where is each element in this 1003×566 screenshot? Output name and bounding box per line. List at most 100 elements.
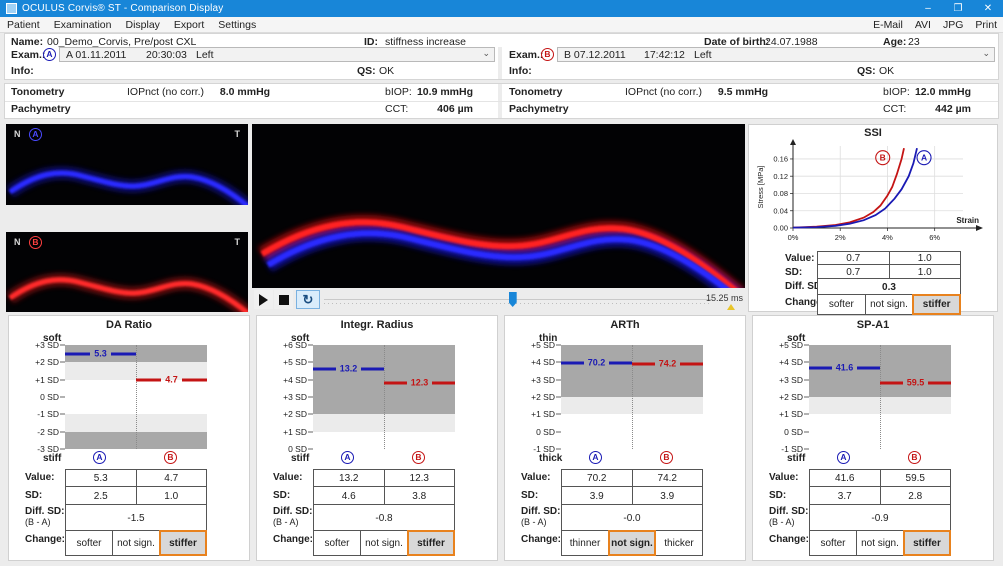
stop-button[interactable] — [274, 290, 293, 309]
svg-text:0%: 0% — [788, 233, 799, 242]
sd-tick-mark — [60, 431, 65, 432]
window-title: OCULUS Corvis® ST - Comparison Display — [22, 3, 224, 14]
chevron-down-icon: ⌄ — [982, 48, 990, 59]
email-button[interactable]: E-Mail — [867, 19, 909, 31]
chart-center-line — [632, 345, 633, 449]
slider-thumb[interactable] — [509, 292, 517, 307]
sd-tick-label: +5 SD — [759, 340, 803, 350]
ssi-chart: 0.000.040.080.120.160%2%4%6%StrainStress… — [749, 138, 999, 250]
menu-display[interactable]: Display — [118, 19, 166, 31]
svg-text:Strain: Strain — [956, 216, 979, 225]
sd-tick-label: +1 SD — [759, 409, 803, 419]
change-option-thinner: thinner — [561, 530, 609, 556]
nasal-label: N — [14, 129, 21, 139]
time-slider[interactable] — [324, 289, 712, 311]
exam-a-date: A 01.11.2011 — [66, 49, 126, 61]
sd-a: 3.9 — [561, 486, 633, 506]
qs-b-value: OK — [879, 65, 894, 77]
sd-a: 4.6 — [313, 486, 385, 506]
change-option-softer: softer — [809, 530, 857, 556]
sd-tick-mark — [60, 414, 65, 415]
jpg-button[interactable]: JPG — [937, 19, 969, 31]
series-a-badge: A — [837, 451, 850, 464]
change-option-stiffer: stiffer — [903, 530, 951, 556]
info-a-label: Info: — [11, 65, 34, 77]
sd-tick-label: +2 SD — [511, 392, 555, 402]
series-b-badge: B — [29, 236, 42, 249]
change-option-softer: softer — [65, 530, 113, 556]
sd-b: 3.9 — [632, 486, 704, 506]
series-a-badge: A — [29, 128, 42, 141]
series-a-line: 5.3 — [65, 352, 136, 355]
metric-title: ARTh — [505, 319, 745, 331]
sd-tick-mark — [804, 414, 809, 415]
sd-tick-mark — [804, 379, 809, 380]
maximize-button[interactable]: ❐ — [943, 0, 973, 17]
sd-tick-label: -1 SD — [15, 409, 59, 419]
name-label: Name: — [11, 36, 43, 48]
diff-sd-label: Diff. SD:(B - A) — [273, 506, 312, 527]
sd-tick-label: +5 SD — [263, 357, 307, 367]
sd-tick-label: 0 SD — [15, 392, 59, 402]
exam-a-eye: Left — [196, 49, 214, 61]
series-a-line: 70.2 — [561, 362, 632, 365]
series-a-badge: A — [589, 451, 602, 464]
series-b-line: 59.5 — [880, 382, 951, 385]
sd-tick-label: +3 SD — [263, 392, 307, 402]
sd-label: SD: — [25, 490, 42, 501]
sd-tick-label: +1 SD — [15, 375, 59, 385]
sd-tick-mark — [308, 345, 313, 346]
app-icon — [6, 3, 17, 14]
sd-label: SD: — [769, 490, 786, 501]
temporal-label: T — [235, 237, 241, 247]
play-button[interactable] — [254, 290, 273, 309]
sd-chart: +5 SD+4 SD+3 SD+2 SD+1 SD0 SD-1 SD70.274… — [561, 345, 703, 449]
sd-a: 3.7 — [809, 486, 881, 506]
biop-b-value: 12.0 mmHg — [896, 86, 971, 98]
value-label: Value: — [273, 472, 302, 483]
loop-button[interactable]: ↻ — [296, 290, 320, 309]
change-option-stiffer: stiffer — [407, 530, 455, 556]
series-a-badge: A — [341, 451, 354, 464]
sd-tick-mark — [556, 431, 561, 432]
diff-sd-value: -0.0 — [561, 504, 703, 532]
series-a-line: 41.6 — [809, 366, 880, 369]
print-button[interactable]: Print — [969, 19, 1003, 31]
change-option-thicker: thicker — [655, 530, 703, 556]
close-button[interactable]: ✕ — [973, 0, 1003, 17]
menu-settings[interactable]: Settings — [211, 19, 263, 31]
pachymetry-a-label: Pachymetry — [11, 103, 71, 115]
divider — [5, 101, 998, 102]
chart-center-line — [880, 345, 881, 449]
metric-title: Integr. Radius — [257, 319, 497, 331]
sd-tick-mark — [60, 362, 65, 363]
menu-examination[interactable]: Examination — [47, 19, 119, 31]
svg-text:0.12: 0.12 — [773, 172, 788, 181]
menu-export[interactable]: Export — [167, 19, 211, 31]
change-option-not-sign-: not sign. — [865, 294, 914, 315]
exam-b-dropdown[interactable]: B 07.12.2011 17:42:12 Left ⌄ — [557, 47, 995, 62]
ssi-sd-label: SD: — [785, 267, 802, 278]
change-option-not-sign-: not sign. — [112, 530, 160, 556]
sd-tick-mark — [804, 431, 809, 432]
chevron-down-icon: ⌄ — [482, 48, 490, 59]
stiff-end-label: stiff — [43, 453, 61, 464]
series-b-badge: B — [908, 451, 921, 464]
svg-text:4%: 4% — [882, 233, 893, 242]
diff-sd-value: -0.8 — [313, 504, 455, 532]
tonometry-b-label: Tonometry — [509, 86, 562, 98]
sd-tick-mark — [308, 362, 313, 363]
menu-patient[interactable]: Patient — [0, 19, 47, 31]
avi-button[interactable]: AVI — [909, 19, 937, 31]
diff-sd-label: Diff. SD:(B - A) — [769, 506, 808, 527]
exam-b-time: 17:42:12 — [644, 49, 685, 61]
minimize-button[interactable]: – — [913, 0, 943, 17]
change-label: Change: — [769, 534, 809, 545]
loop-icon: ↻ — [303, 292, 314, 308]
sd-tick-label: +3 SD — [15, 340, 59, 350]
tonometry-pachymetry-panel: Tonometry IOPnct (no corr.) 8.0 mmHg bIO… — [4, 83, 999, 119]
exam-a-dropdown[interactable]: A 01.11.2011 20:30:03 Left ⌄ — [59, 47, 495, 62]
svg-text:0.04: 0.04 — [773, 206, 788, 215]
iop-a-value: 8.0 mmHg — [200, 86, 290, 98]
series-a-badge: A — [93, 451, 106, 464]
